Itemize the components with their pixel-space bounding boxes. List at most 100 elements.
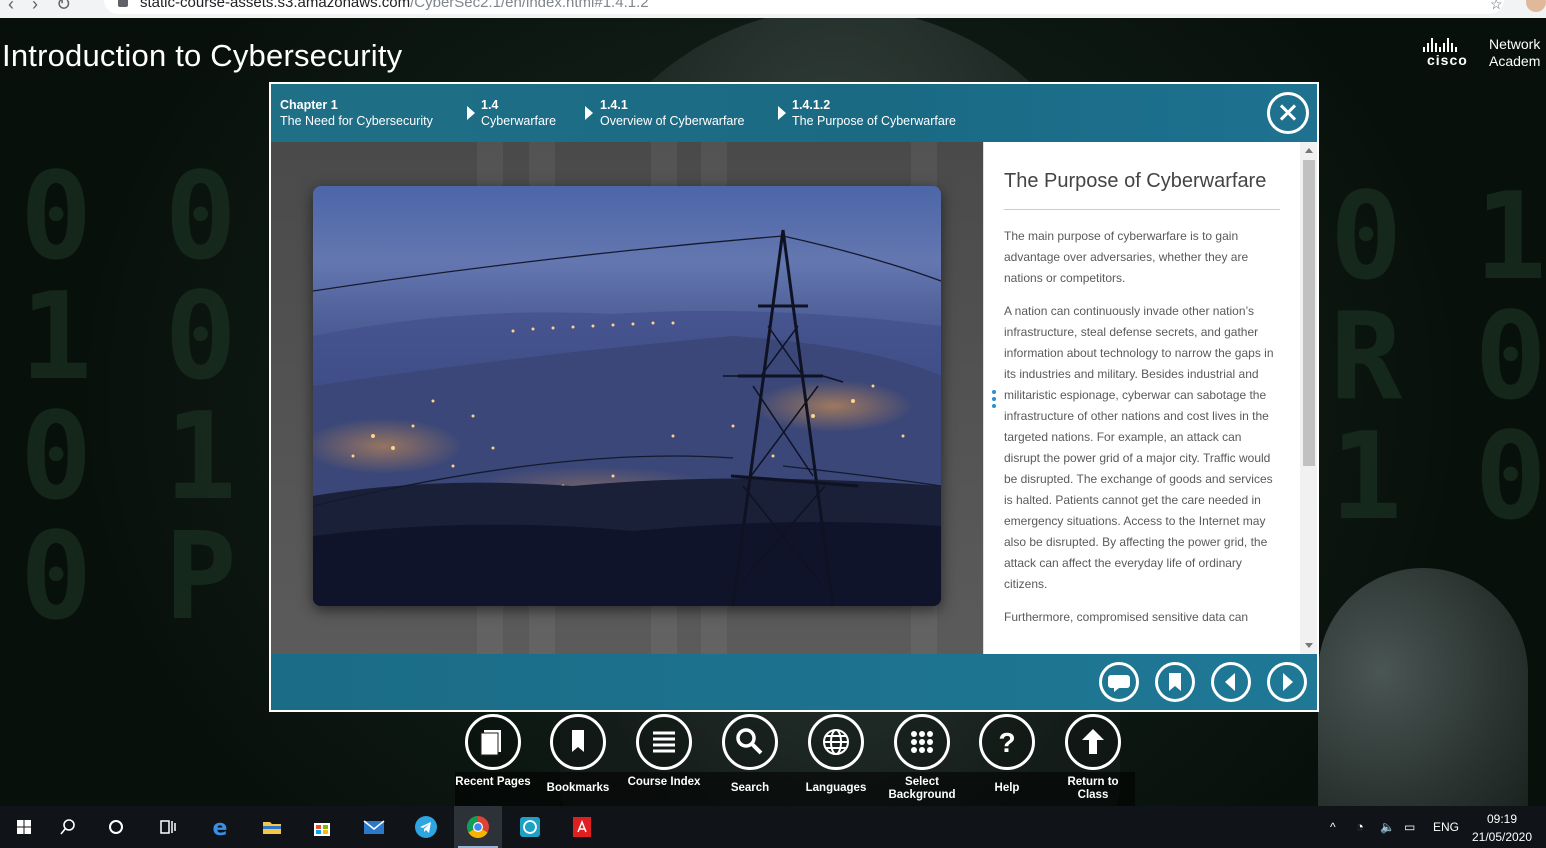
bookmarks-label: Bookmarks [546, 782, 610, 794]
help-label: Help [994, 782, 1020, 794]
background-digits-right: 0 1 R 0 1 0 [1330, 168, 1546, 547]
taskbar: e ^ ◔ 🔈 ▭ ENG 09:19 21/05/2020 [0, 806, 1546, 848]
acrobat-glyph [573, 817, 591, 837]
globe-icon [808, 714, 864, 770]
search-icon[interactable] [44, 806, 92, 848]
edge-browser-icon[interactable]: e [196, 806, 244, 848]
languages-button[interactable]: Languages [796, 714, 876, 806]
article-paragraph: The main purpose of cyberwarfare is to g… [1004, 229, 1249, 285]
mail-icon[interactable] [350, 806, 398, 848]
search-label: Search [730, 782, 770, 794]
comment-icon[interactable] [1099, 662, 1139, 702]
windows-logo [17, 820, 31, 834]
chevron-right-icon [778, 106, 786, 120]
recent-pages-button[interactable]: Recent Pages [453, 714, 533, 806]
network-icon[interactable]: ◔ [1356, 806, 1364, 848]
modal-footer [271, 654, 1317, 710]
telegram-glyph [415, 816, 437, 838]
svg-text:e: e [213, 816, 228, 839]
taskbar-search-glyph [60, 819, 75, 835]
tray-chevron-icon[interactable]: ^ [1330, 806, 1336, 848]
article-paragraph: A nation can continuously invade other n… [1004, 304, 1274, 591]
help-icon: ? [979, 714, 1035, 770]
up-arrow-glyph [1082, 729, 1104, 754]
telegram-icon[interactable] [402, 806, 450, 848]
star-icon[interactable]: ☆ [1490, 0, 1503, 13]
file-explorer-icon[interactable] [248, 806, 296, 848]
mail-glyph [363, 820, 385, 834]
whatsapp-icon[interactable] [506, 806, 554, 848]
folder-glyph [263, 822, 281, 834]
breadcrumb-section[interactable]: 1.4 Cyberwarfare [481, 97, 556, 129]
clock-time: 09:19 [1486, 812, 1518, 826]
chrome-glyph [467, 816, 489, 838]
grid-dots-icon [894, 714, 950, 770]
bookmarks-button[interactable]: Bookmarks [538, 714, 618, 806]
bookmark-glyph [572, 730, 584, 752]
help-button[interactable]: ? Help [967, 714, 1047, 806]
pages-glyph [480, 730, 501, 756]
cisco-bars-icon [1423, 38, 1457, 52]
article-heading: The Purpose of Cyberwarfare [1004, 170, 1280, 210]
browser-nav-icons[interactable]: ‹›↻ [8, 0, 89, 15]
next-arrow-icon[interactable] [1267, 662, 1307, 702]
select-background-label: Select Background [888, 776, 956, 801]
pages-icon [465, 714, 521, 770]
up-arrow-icon [1065, 714, 1121, 770]
store-glyph [314, 823, 330, 836]
photo-drawing [313, 229, 941, 606]
clock-date: 21/05/2020 [1471, 830, 1533, 844]
chevron-right-icon [585, 106, 593, 120]
chevron-right-icon [467, 106, 475, 120]
power-pylon-city-photo [313, 186, 941, 606]
task-view-icon[interactable] [144, 806, 192, 848]
battery-icon[interactable]: ▭ [1404, 806, 1415, 848]
breadcrumb-topic[interactable]: 1.4.1 Overview of Cyberwarfare [600, 97, 745, 129]
select-background-button[interactable]: Select Background [882, 714, 962, 806]
content-modal: Chapter 1 The Need for Cybersecurity 1.4 C… [269, 82, 1319, 712]
chrome-icon[interactable] [454, 806, 502, 848]
article-pane[interactable]: The Purpose of Cyberwarfare The main pur… [983, 142, 1317, 654]
list-icon [636, 714, 692, 770]
scrollbar-thumb[interactable] [1303, 160, 1315, 466]
search-icon [722, 714, 778, 770]
address-url[interactable]: static-course-assets.s3.amazonaws.com/Cy… [140, 0, 649, 11]
close-icon[interactable] [1267, 92, 1309, 134]
scroll-down-icon[interactable] [1305, 643, 1313, 648]
search-button[interactable]: Search [710, 714, 790, 806]
avatar[interactable] [1526, 0, 1546, 12]
breadcrumb: Chapter 1 The Need for Cybersecurity 1.4 C… [271, 84, 1317, 142]
lock-icon[interactable] [118, 0, 128, 7]
return-to-class-label: Return to Class [1067, 776, 1119, 801]
edge-glyph: e [213, 816, 228, 839]
scrollbar[interactable] [1300, 142, 1317, 654]
volume-icon[interactable]: 🔈 [1380, 806, 1395, 848]
course-index-label: Course Index [627, 776, 701, 788]
svg-text:?: ? [998, 727, 1015, 758]
background-figure-shoulder [1318, 568, 1528, 806]
course-index-button[interactable]: Course Index [624, 714, 704, 806]
article: The Purpose of Cyberwarfare The main pur… [1004, 170, 1280, 640]
bookmark-icon[interactable] [1155, 662, 1195, 702]
whatsapp-glyph [520, 817, 540, 837]
cisco-logo: cisco Network Academ [1423, 36, 1546, 70]
browser-toolbar: ‹›↻ static-course-assets.s3.amazonaws.co… [0, 0, 1546, 18]
scroll-up-icon[interactable] [1305, 148, 1313, 153]
breadcrumb-chapter[interactable]: Chapter 1 The Need for Cybersecurity [280, 97, 433, 129]
cortana-icon[interactable] [92, 806, 140, 848]
task-view-glyph [160, 820, 176, 834]
breadcrumb-page[interactable]: 1.4.1.2 The Purpose of Cyberwarfare [792, 97, 956, 129]
previous-arrow-icon[interactable] [1211, 662, 1251, 702]
list-glyph [653, 731, 675, 753]
acrobat-icon[interactable] [558, 806, 606, 848]
grid-dots-glyph [911, 731, 933, 753]
globe-glyph [823, 729, 849, 755]
bookmark-icon [550, 714, 606, 770]
return-to-class-button[interactable]: Return to Class [1053, 714, 1133, 806]
resize-handle-icon[interactable] [992, 390, 996, 411]
bookmark-glyph [1169, 673, 1181, 691]
store-icon[interactable] [298, 806, 346, 848]
windows-start-icon[interactable] [0, 806, 48, 848]
language-indicator[interactable]: ENG [1433, 806, 1459, 848]
taskbar-clock[interactable]: 09:19 21/05/2020 [1462, 810, 1542, 846]
